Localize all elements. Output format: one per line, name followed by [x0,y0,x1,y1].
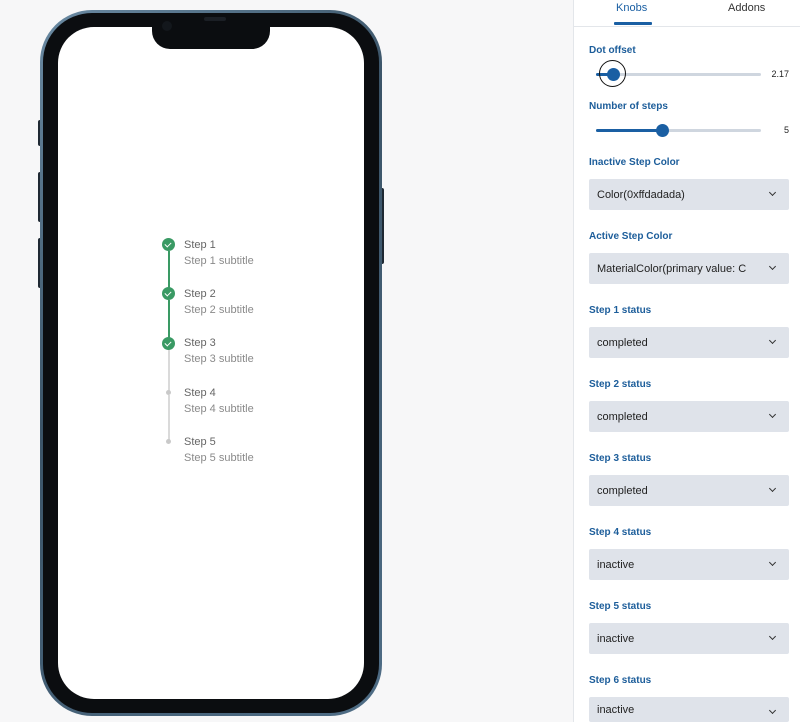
tab-addons[interactable]: Addons [728,2,765,14]
step-4-status-label: Step 4 status [589,527,652,538]
step-item: Step 1 Step 1 subtitle [184,238,254,268]
step-subtitle: Step 5 subtitle [184,452,254,464]
inactive-step-color-select[interactable]: Color(0xffdadada) [589,179,789,210]
chevron-down-icon [768,336,777,345]
step-5-status-label: Step 5 status [589,601,652,612]
step-connector-3 [168,350,170,392]
device-preview-canvas: Step 1 Step 1 subtitle Step 2 Step 2 sub… [0,0,573,722]
step-6-status-select[interactable]: inactive [589,697,789,722]
step-subtitle: Step 3 subtitle [184,353,254,365]
active-step-color-label: Active Step Color [589,231,673,242]
slider-thumb[interactable] [656,124,669,137]
panel-tabs: Knobs Addons [574,0,800,27]
step-title: Step 4 [184,387,216,399]
step-inactive-dot-icon [166,439,171,444]
slider-thumb[interactable] [606,68,620,81]
select-value: completed [597,410,648,423]
step-title: Step 5 [184,436,216,448]
inactive-step-color-label: Inactive Step Color [589,157,680,168]
dot-offset-value: 2.17 [771,69,789,79]
step-inactive-dot-icon [166,390,171,395]
step-5-status-select[interactable]: inactive [589,623,789,654]
active-step-color-select[interactable]: MaterialColor(primary value: C [589,253,789,284]
step-6-status-label: Step 6 status [589,675,652,686]
step-item: Step 3 Step 3 subtitle [184,336,254,366]
step-item: Step 2 Step 2 subtitle [184,287,254,317]
select-value: Color(0xffdadada) [597,188,685,201]
step-3-status-select[interactable]: completed [589,475,789,506]
step-item: Step 5 Step 5 subtitle [184,435,254,465]
step-1-status-label: Step 1 status [589,305,652,316]
step-3-status-label: Step 3 status [589,453,652,464]
dot-offset-slider[interactable] [596,60,761,87]
select-value: completed [597,484,648,497]
speaker-grille [204,17,226,21]
step-subtitle: Step 4 subtitle [184,403,254,415]
step-title: Step 3 [184,337,216,349]
step-completed-check-icon [162,287,175,300]
select-value: inactive [597,703,635,716]
chevron-down-icon [768,632,777,641]
slider-fill [596,129,662,132]
chevron-down-icon [768,484,777,493]
step-subtitle: Step 1 subtitle [184,255,254,267]
select-value: MaterialColor(primary value: C [597,262,747,275]
select-value: inactive [597,632,635,645]
step-connector-4 [168,395,170,441]
step-4-status-select[interactable]: inactive [589,549,789,580]
phone-notch [152,13,270,49]
step-completed-check-icon [162,337,175,350]
step-2-status-label: Step 2 status [589,379,652,390]
addons-panel: Knobs Addons Dot offset 2.17 Number of s… [573,0,800,722]
select-value: completed [597,336,648,349]
step-subtitle: Step 2 subtitle [184,304,254,316]
active-tab-indicator [614,22,652,25]
step-title: Step 2 [184,288,216,300]
step-completed-check-icon [162,238,175,251]
dot-offset-label: Dot offset [589,45,636,56]
step-title: Step 1 [184,239,216,251]
chevron-down-icon [768,706,777,715]
chevron-down-icon [768,410,777,419]
number-of-steps-value: 5 [783,125,789,135]
front-camera-icon [162,21,172,31]
chevron-down-icon [768,262,777,271]
number-of-steps-slider[interactable] [596,124,761,137]
number-of-steps-label: Number of steps [589,101,668,112]
step-2-status-select[interactable]: completed [589,401,789,432]
tab-knobs[interactable]: Knobs [616,2,647,14]
step-1-status-select[interactable]: completed [589,327,789,358]
step-item: Step 4 Step 4 subtitle [184,386,254,416]
select-value: inactive [597,558,635,571]
chevron-down-icon [768,188,777,197]
chevron-down-icon [768,558,777,567]
